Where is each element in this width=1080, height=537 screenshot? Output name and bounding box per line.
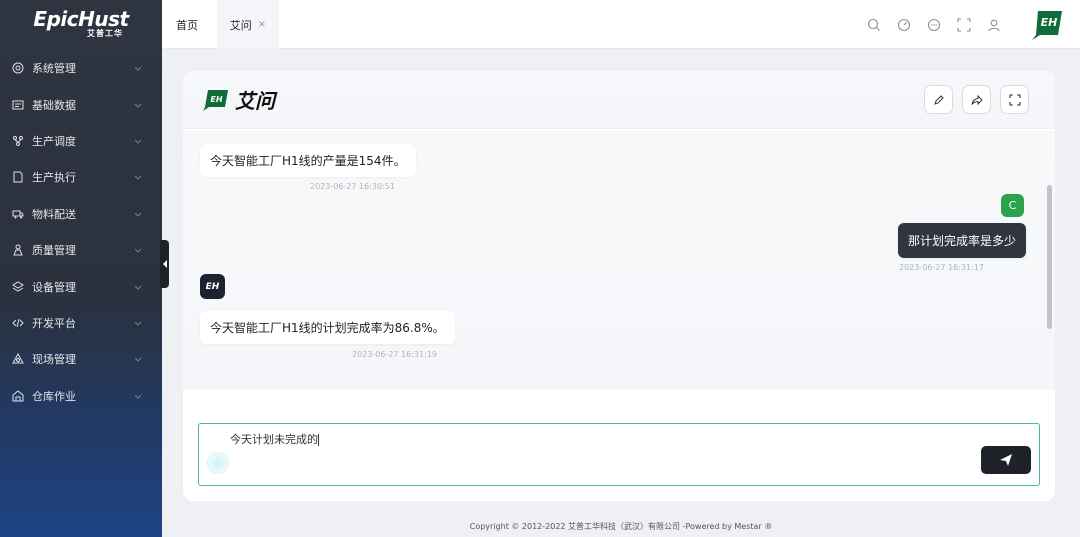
send-icon <box>1000 454 1012 466</box>
sidebar-item-execution[interactable]: 生产执行 <box>0 159 162 195</box>
chat-input-value: 今天计划未完成的 <box>230 433 318 446</box>
tab-label: 首页 <box>176 18 198 32</box>
chevron-down-icon <box>134 176 142 181</box>
sidebar-item-label: 现场管理 <box>32 353 76 367</box>
data-table-icon <box>11 98 24 111</box>
tab-label: 艾问 <box>229 18 252 32</box>
topbar: 首页 艾问 × EH <box>162 0 1080 49</box>
expand-button[interactable] <box>1000 85 1029 114</box>
voice-orb-icon[interactable] <box>207 452 229 474</box>
sidebar-item-scheduling[interactable]: 生产调度 <box>0 123 162 159</box>
pencil-icon <box>933 94 944 105</box>
header-buttons <box>924 85 1029 114</box>
share-button[interactable] <box>962 85 991 114</box>
brand-badge-icon: EH <box>203 89 228 111</box>
edit-button[interactable] <box>924 85 953 114</box>
expand-icon <box>1008 93 1021 106</box>
sidebar-item-quality[interactable]: 质量管理 <box>0 232 162 268</box>
close-icon[interactable]: × <box>258 19 266 30</box>
chevron-left-icon <box>162 260 167 268</box>
user-message: 那计划完成率是多少 <box>898 223 1027 258</box>
chat-input-box[interactable]: 今天计划未完成的 <box>198 423 1040 486</box>
send-button[interactable] <box>981 446 1031 474</box>
chevron-down-icon <box>134 66 142 71</box>
sidebar-item-label: 生产执行 <box>32 171 76 185</box>
dashboard-icon[interactable] <box>896 17 912 33</box>
assistant-message: 今天智能工厂H1线的产量是154件。 <box>200 144 416 177</box>
sidebar-item-label: 仓库作业 <box>32 389 76 403</box>
sidebar-item-label: 设备管理 <box>32 280 76 294</box>
sidebar-item-label: 系统管理 <box>32 62 76 76</box>
fullscreen-icon[interactable] <box>956 17 972 33</box>
chevron-down-icon <box>134 285 142 290</box>
document-icon <box>11 171 24 184</box>
sidebar-item-label: 开发平台 <box>32 316 76 330</box>
chevron-down-icon <box>134 103 142 108</box>
sidebar-item-label: 生产调度 <box>32 134 76 148</box>
message-icon[interactable] <box>926 17 942 33</box>
schedule-flow-icon <box>11 134 24 147</box>
logo-text: EpicHust <box>33 7 129 31</box>
chevron-down-icon <box>134 139 142 144</box>
sidebar-item-system[interactable]: 系统管理 <box>0 50 162 86</box>
layers-icon <box>11 280 24 293</box>
settings-circle-icon <box>11 62 24 75</box>
message-timestamp: 2023-06-27 16:30:51 <box>310 182 395 191</box>
chevron-down-icon <box>134 357 142 363</box>
page-title: 艾问 <box>235 89 275 113</box>
triangle-icon <box>11 353 24 366</box>
sidebar-collapse-handle[interactable] <box>160 240 169 288</box>
sidebar-item-site[interactable]: 现场管理 <box>0 341 162 377</box>
chevron-down-icon <box>134 248 142 253</box>
brand-avatar-icon[interactable]: EH <box>1032 9 1064 41</box>
quality-flask-icon <box>11 244 24 257</box>
logo-subtext: 艾普工华 <box>87 29 123 38</box>
user-avatar: C <box>1001 194 1024 217</box>
assistant-message: 今天智能工厂H1线的计划完成率为86.8%。 <box>200 311 455 344</box>
footer-copyright: Copyright © 2012-2022 艾普工华科技（武汉）有限公司 -Po… <box>469 522 773 531</box>
sidebar-item-label: 基础数据 <box>32 98 76 112</box>
user-icon[interactable] <box>986 17 1002 33</box>
message-timestamp: 2023-06-27 16:31:17 <box>899 263 984 272</box>
sidebar-item-label: 物料配送 <box>32 207 76 221</box>
text-caret <box>318 434 319 446</box>
sidebar-item-label: 质量管理 <box>32 244 76 258</box>
tab-aiwen[interactable]: 艾问 × <box>217 0 279 49</box>
warehouse-icon <box>11 389 24 402</box>
chat-area: 今天智能工厂H1线的产量是154件。 2023-06-27 16:30:51 C… <box>183 130 1055 390</box>
card-header: EH 艾问 <box>183 71 1055 129</box>
svg-text:EH: EH <box>1041 16 1058 29</box>
search-icon[interactable] <box>866 17 882 33</box>
logo: EpicHust 艾普工华 <box>0 0 162 48</box>
truck-icon <box>11 207 24 220</box>
chevron-down-icon <box>134 321 142 326</box>
chat-card: EH 艾问 今天智能工厂H1线的产量是154件。 2023-06-27 16:3… <box>183 71 1055 501</box>
chat-input[interactable]: 今天计划未完成的 <box>230 431 830 447</box>
sidebar-item-basic-data[interactable]: 基础数据 <box>0 86 162 122</box>
chat-scrollbar[interactable] <box>1047 185 1052 329</box>
chevron-down-icon <box>134 394 142 399</box>
assistant-avatar: EH <box>200 274 225 299</box>
code-icon <box>11 316 24 329</box>
message-timestamp: 2023-06-27 16:31:19 <box>352 350 437 359</box>
chevron-down-icon <box>134 212 142 217</box>
share-icon <box>971 94 983 105</box>
sidebar: EpicHust 艾普工华 系统管理 基础数据 生产调度 生产执行 物料配送 质… <box>0 0 162 537</box>
top-icons <box>866 0 1002 49</box>
sidebar-item-material[interactable]: 物料配送 <box>0 196 162 232</box>
tab-home[interactable]: 首页 <box>162 0 212 49</box>
sidebar-item-equipment[interactable]: 设备管理 <box>0 268 162 304</box>
svg-text:EH: EH <box>210 95 222 104</box>
sidebar-item-warehouse[interactable]: 仓库作业 <box>0 378 162 414</box>
sidebar-item-dev-platform[interactable]: 开发平台 <box>0 305 162 341</box>
sidebar-menu: 系统管理 基础数据 生产调度 生产执行 物料配送 质量管理 设备管理 开发平台 … <box>0 50 162 414</box>
